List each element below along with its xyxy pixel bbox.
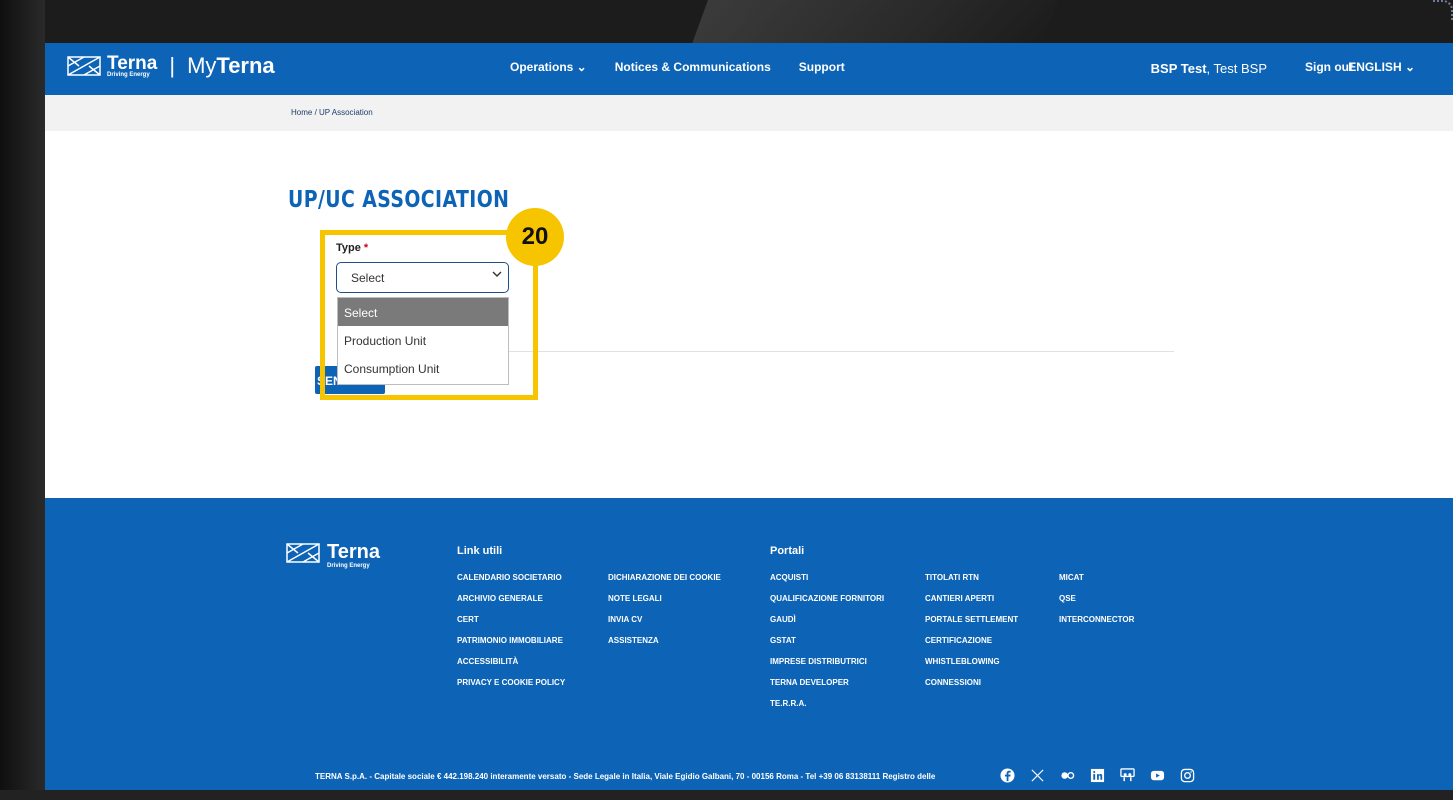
frame-reflection [691,0,1059,44]
nav-support[interactable]: Support [799,60,845,74]
user-name-bold: BSP Test [1150,61,1207,76]
slideshare-icon[interactable] [1120,768,1135,783]
footer-col-1: CALENDARIO SOCIETARIO ARCHIVIO GENERALE … [457,573,565,699]
footer-link[interactable]: GSTAT [770,636,884,657]
footer: Terna Driving Energy Link utili Portali … [45,498,1453,791]
footer-link[interactable]: PRIVACY E COOKIE POLICY [457,678,565,699]
footer-link[interactable]: PORTALE SETTLEMENT [925,615,1018,636]
page-title: UP/UC ASSOCIATION [288,187,510,213]
flickr-icon[interactable] [1060,768,1075,783]
footer-link[interactable]: INVIA CV [608,615,721,636]
main-nav: Operations ⌄ Notices & Communications Su… [510,60,845,74]
footer-col-3: ACQUISTI QUALIFICAZIONE FORNITORI GAUDÌ … [770,573,884,720]
linkedin-icon[interactable] [1090,768,1105,783]
sign-out-link[interactable]: Sign out [1305,60,1353,74]
footer-link[interactable]: CANTIERI APERTI [925,594,1018,615]
footer-portali-title: Portali [770,545,805,557]
footer-link[interactable]: ACQUISTI [770,573,884,594]
footer-link[interactable]: CONNESSIONI [925,678,1018,699]
myterna-terna: Terna [216,53,275,78]
top-header: Terna Driving Energy | MyTerna Operation… [45,43,1453,95]
laptop-bezel-bottom [0,790,1453,800]
myterna-my: My [187,53,217,78]
footer-link[interactable]: CERT [457,615,565,636]
instagram-icon[interactable] [1180,768,1195,783]
breadcrumb[interactable]: Home / UP Association [291,108,373,117]
social-links [1000,768,1195,783]
youtube-icon[interactable] [1150,768,1165,783]
x-icon[interactable] [1030,768,1045,783]
footer-link-utili-title: Link utili [457,545,503,557]
footer-logo-tagline: Driving Energy [327,562,370,569]
footer-link[interactable]: QUALIFICAZIONE FORNITORI [770,594,884,615]
footer-link[interactable]: NOTE LEGALI [608,594,721,615]
myterna-wordmark: MyTerna [187,53,275,79]
footer-link[interactable]: GAUDÌ [770,615,884,636]
laptop-bezel-left [0,0,45,800]
frame-corner-decoration [1433,0,1453,20]
laptop-frame: Terna Driving Energy | MyTerna Operation… [0,0,1453,800]
footer-link[interactable]: TITOLATI RTN [925,573,1018,594]
footer-link[interactable]: ASSISTENZA [608,636,721,657]
step-number-badge: 20 [506,208,564,266]
footer-link[interactable]: TERNA DEVELOPER [770,678,884,699]
footer-link[interactable]: ACCESSIBILITÀ [457,657,565,678]
footer-col-5: MICAT QSE INTERCONNECTOR [1059,573,1134,636]
footer-col-2: DICHIARAZIONE DEI COOKIE NOTE LEGALI INV… [608,573,721,657]
footer-link[interactable]: DICHIARAZIONE DEI COOKIE [608,573,721,594]
footer-link[interactable]: INTERCONNECTOR [1059,615,1134,636]
footer-link[interactable]: MICAT [1059,573,1134,594]
step-highlight-box [320,230,538,400]
screen: Terna Driving Energy | MyTerna Operation… [45,43,1453,791]
form-divider [509,351,1174,352]
footer-link[interactable]: ARCHIVIO GENERALE [457,594,565,615]
logo-text: Terna [107,52,158,74]
footer-link[interactable]: PATRIMONIO IMMOBILIARE [457,636,565,657]
user-name-rest: , Test BSP [1206,61,1267,76]
footer-col-4: TITOLATI RTN CANTIERI APERTI PORTALE SET… [925,573,1018,699]
footer-link[interactable]: TE.R.R.A. [770,699,884,720]
nav-operations[interactable]: Operations ⌄ [510,60,587,74]
logo-separator: | [169,53,176,78]
facebook-icon[interactable] [1000,768,1015,783]
footer-link[interactable]: QSE [1059,594,1134,615]
myterna-logo[interactable]: Terna Driving Energy | MyTerna [67,53,275,79]
terna-logo-icon [285,541,321,570]
footer-legal-text: TERNA S.p.A. - Capitale sociale € 442.19… [315,772,936,781]
footer-link[interactable]: CERTIFICAZIONE [925,636,1018,657]
logo-tagline: Driving Energy [107,71,150,78]
language-selector[interactable]: ENGLISH ⌄ [1348,60,1415,74]
breadcrumb-bar: Home / UP Association [45,95,1453,131]
footer-link[interactable]: CALENDARIO SOCIETARIO [457,573,565,594]
footer-link[interactable]: IMPRESE DISTRIBUTRICI [770,657,884,678]
footer-logo-text: Terna [327,540,380,563]
nav-notices-communications[interactable]: Notices & Communications [615,60,771,74]
terna-logo-icon [67,54,101,78]
footer-link[interactable]: WHISTLEBLOWING [925,657,1018,678]
footer-logo[interactable]: Terna Driving Energy [285,541,380,570]
user-name: BSP Test, Test BSP [1151,61,1267,76]
